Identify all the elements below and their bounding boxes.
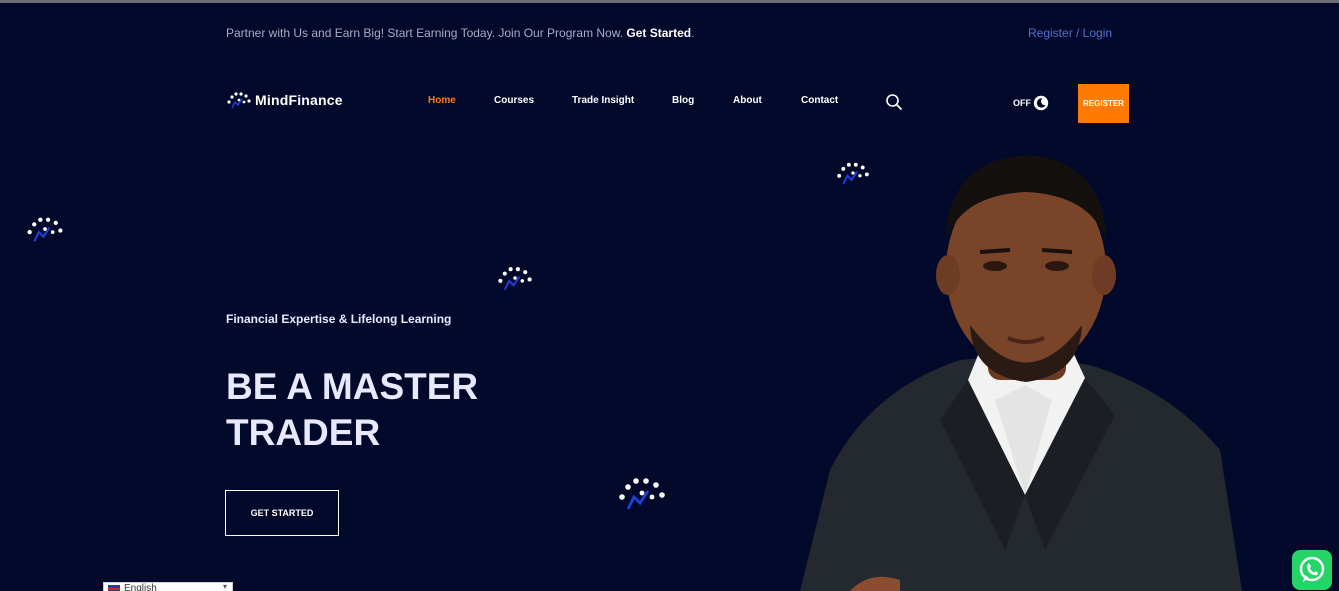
decorative-logo-mark-icon bbox=[619, 478, 665, 510]
hero-title: BE A MASTER TRADER bbox=[226, 366, 479, 453]
hero-tagline: Financial Expertise & Lifelong Learning bbox=[226, 312, 452, 326]
nav-about[interactable]: About bbox=[733, 95, 762, 106]
register-button[interactable]: REGISTER bbox=[1078, 84, 1129, 123]
hero-portrait-image bbox=[800, 155, 1242, 591]
search-icon[interactable] bbox=[885, 93, 903, 111]
browser-top-border bbox=[0, 0, 1339, 3]
chevron-down-icon: ▾ bbox=[222, 582, 227, 591]
promo-text: Partner with Us and Earn Big! Start Earn… bbox=[226, 26, 624, 40]
whatsapp-icon bbox=[1299, 556, 1325, 582]
nav-contact[interactable]: Contact bbox=[801, 95, 838, 106]
site-logo[interactable]: MindFinance bbox=[226, 90, 343, 110]
decorative-logo-mark-icon bbox=[498, 267, 532, 291]
moon-icon bbox=[1033, 95, 1049, 111]
nav-home[interactable]: Home bbox=[428, 95, 456, 106]
nav-courses[interactable]: Courses bbox=[494, 95, 534, 106]
logo-mark-icon bbox=[227, 92, 251, 109]
language-selected: English bbox=[124, 583, 157, 591]
flag-icon bbox=[108, 585, 120, 591]
promo-suffix: . bbox=[691, 26, 695, 40]
toggle-label: OFF bbox=[1013, 98, 1031, 108]
nav-blog[interactable]: Blog bbox=[672, 95, 694, 106]
dark-mode-toggle[interactable]: OFF bbox=[1013, 95, 1049, 111]
language-selector[interactable]: English ▾ bbox=[103, 582, 233, 591]
promo-get-started-link[interactable]: Get Started bbox=[626, 26, 691, 40]
whatsapp-button[interactable] bbox=[1292, 550, 1332, 590]
logo-text: MindFinance bbox=[255, 92, 343, 108]
decorative-logo-mark-icon bbox=[27, 217, 63, 242]
promo-banner: Partner with Us and Earn Big! Start Earn… bbox=[226, 26, 694, 40]
get-started-button[interactable]: GET STARTED bbox=[225, 490, 339, 536]
nav-trade-insight[interactable]: Trade Insight bbox=[572, 95, 634, 106]
register-login-link[interactable]: Register / Login bbox=[1028, 26, 1112, 40]
